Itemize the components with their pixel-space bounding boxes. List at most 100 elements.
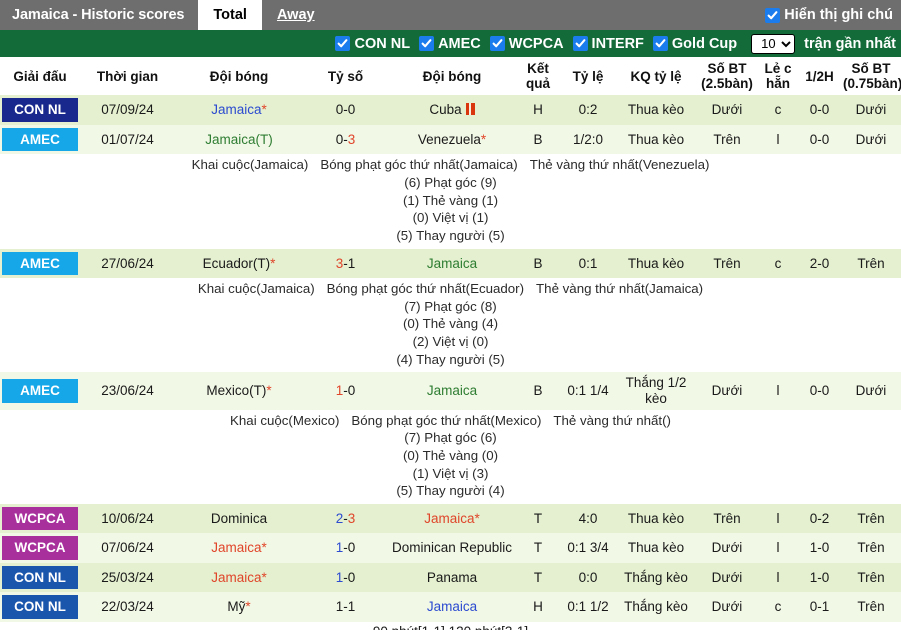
over-under-075: Trên — [841, 533, 901, 563]
odd-even: l — [758, 562, 798, 593]
league-filter-amec[interactable]: AMEC — [419, 36, 484, 52]
table-row[interactable]: AMEC 01/07/24 Jamaica(T) 0-3 Venezuela* B 1/2:… — [0, 124, 901, 155]
match-stat-line: (6) Phạt góc (9) — [404, 174, 497, 190]
home-team[interactable]: Dominica — [175, 503, 303, 534]
half-time-score: 0-0 — [798, 124, 841, 155]
match-date: 01/07/24 — [80, 124, 175, 155]
checkbox-icon[interactable] — [572, 36, 588, 51]
league-filter-label: WCPCA — [508, 35, 564, 52]
checkbox-icon[interactable] — [419, 36, 435, 51]
handicap-result: Thua kèo — [616, 248, 696, 279]
tab-total[interactable]: Total — [198, 0, 262, 30]
home-team[interactable]: Jamaica* — [175, 95, 303, 125]
table-row[interactable]: WCPCA 10/06/24 Dominica 2-3 Jamaica* T 4:0 Thua… — [0, 503, 901, 534]
league-badge: CON NL — [2, 565, 78, 590]
home-team[interactable]: Mỹ* — [175, 592, 303, 622]
match-stat-line: (1) Việt vị (3) — [412, 465, 489, 481]
league-cell[interactable]: WCPCA — [0, 503, 80, 534]
league-badge: WCPCA — [2, 536, 78, 560]
home-team-name: Ecuador(T) — [202, 255, 271, 271]
league-cell[interactable]: AMEC — [0, 248, 80, 279]
odd-even: l — [758, 372, 798, 410]
match-date: 10/06/24 — [80, 503, 175, 534]
league-badge: AMEC — [2, 251, 78, 276]
match-notes-row: Khai cuộc(Jamaica) Bóng phạt góc thứ nhất… — [0, 154, 901, 249]
odd-even: l — [758, 503, 798, 534]
over-under-25: Trên — [696, 503, 758, 534]
match-note-event: Bóng phạt góc thứ nhất(Mexico) — [351, 412, 542, 428]
match-result: T — [516, 562, 560, 593]
league-cell[interactable]: CON NL — [0, 592, 80, 622]
table-row[interactable]: CON NL 07/09/24 Jamaica* 0-0 Cuba H 0:2 Thua kè… — [0, 95, 901, 125]
league-badge: CON NL — [2, 98, 78, 122]
table-row[interactable]: CON NL 22/03/24 Mỹ* 1-1 Jamaica H 0:1 1/2 Thắng… — [0, 592, 901, 622]
away-team[interactable]: Venezuela* — [388, 124, 516, 155]
show-notes-checkbox[interactable] — [765, 7, 781, 23]
league-filter-bar: CON NL AMEC WCPCA INTERF Gold Cup 10203050 t… — [0, 30, 901, 57]
match-stat-line: (4) Thay người (5) — [396, 351, 505, 367]
league-cell[interactable]: WCPCA — [0, 533, 80, 563]
score-away: 1 — [347, 255, 356, 271]
away-team-name: Jamaica — [426, 383, 478, 399]
home-team-name: Jamaica — [211, 102, 262, 118]
away-team[interactable]: Jamaica — [388, 372, 516, 410]
column-header: Số BT (0.75bàn) — [841, 57, 901, 96]
match-result: B — [516, 372, 560, 410]
match-notes-cell: Khai cuộc(Jamaica) Bóng phạt góc thứ nhất… — [0, 278, 901, 373]
away-team[interactable]: Jamaica — [388, 248, 516, 279]
away-team[interactable]: Cuba — [388, 95, 516, 125]
tab-away[interactable]: Away — [262, 0, 330, 30]
home-team[interactable]: Jamaica* — [175, 562, 303, 593]
handicap-odds: 0:0 — [560, 562, 616, 593]
league-filter-con-nl[interactable]: CON NL — [335, 36, 413, 52]
home-team[interactable]: Jamaica(T) — [175, 124, 303, 155]
home-team[interactable]: Jamaica* — [175, 533, 303, 563]
match-count-select[interactable]: 10203050 — [751, 33, 796, 54]
historic-scores-table: Giải đấu Thời gian Đội bóng Tỷ số Đội bóng Kế… — [0, 57, 901, 630]
over-under-25: Dưới — [696, 95, 758, 125]
league-filter-interf[interactable]: INTERF — [572, 36, 647, 52]
over-under-075: Trên — [841, 592, 901, 622]
checkbox-icon[interactable] — [335, 36, 351, 51]
away-team[interactable]: Panama — [388, 562, 516, 593]
table-row[interactable]: WCPCA 07/06/24 Jamaica* 1-0 Dominican Republ… — [0, 533, 901, 563]
away-team-name: Jamaica — [426, 599, 478, 615]
match-score: 0-0 — [303, 95, 388, 125]
match-stat-line: (5) Thay người (4) — [396, 483, 505, 499]
league-cell[interactable]: CON NL — [0, 562, 80, 593]
half-time-score: 0-2 — [798, 503, 841, 534]
show-notes-control[interactable]: Hiển thị ghi chú — [765, 0, 901, 30]
league-badge: WCPCA — [2, 506, 78, 531]
checkbox-icon[interactable] — [652, 36, 668, 51]
league-filter-gold-cup[interactable]: Gold Cup — [652, 36, 740, 52]
league-cell[interactable]: AMEC — [0, 124, 80, 155]
home-team[interactable]: Mexico(T)* — [175, 372, 303, 410]
match-result: T — [516, 533, 560, 563]
half-time-score: 2-0 — [798, 248, 841, 279]
handicap-odds: 0:1 1/2 — [560, 592, 616, 622]
handicap-odds: 1/2:0 — [560, 124, 616, 155]
match-stat-line: (2) Việt vị (0) — [412, 334, 489, 350]
away-team[interactable]: Jamaica — [388, 592, 516, 622]
match-notes-cell: Khai cuộc(Jamaica) Bóng phạt góc thứ nhất… — [0, 154, 901, 249]
away-team[interactable]: Dominican Republic — [388, 533, 516, 563]
league-cell[interactable]: AMEC — [0, 372, 80, 410]
match-notes-header: Khai cuộc(Mexico) Bóng phạt góc thứ nhất(… — [0, 412, 901, 430]
home-team[interactable]: Ecuador(T)* — [175, 248, 303, 279]
league-cell[interactable]: CON NL — [0, 95, 80, 125]
checkbox-icon[interactable] — [489, 36, 505, 51]
over-under-075: Trên — [841, 503, 901, 534]
league-filter-wcpca[interactable]: WCPCA — [489, 35, 567, 52]
table-row[interactable]: AMEC 23/06/24 Mexico(T)* 1-0 Jamaica B 0:1 1/4… — [0, 372, 901, 410]
away-team-name: Cuba — [429, 102, 462, 118]
match-result: H — [516, 592, 560, 622]
away-team-name: Dominican Republic — [391, 540, 513, 556]
home-team-name: Dominica — [210, 510, 268, 526]
over-under-25: Dưới — [696, 562, 758, 593]
away-star-icon: * — [474, 510, 480, 526]
extra-time-note: 90 phút[1-1],120 phút[3-1] — [0, 621, 901, 630]
league-badge: AMEC — [2, 127, 78, 152]
table-row[interactable]: AMEC 27/06/24 Ecuador(T)* 3-1 Jamaica B 0:1 Thu… — [0, 248, 901, 279]
table-row[interactable]: CON NL 25/03/24 Jamaica* 1-0 Panama T 0:0 Thắng… — [0, 562, 901, 593]
away-team[interactable]: Jamaica* — [388, 503, 516, 534]
